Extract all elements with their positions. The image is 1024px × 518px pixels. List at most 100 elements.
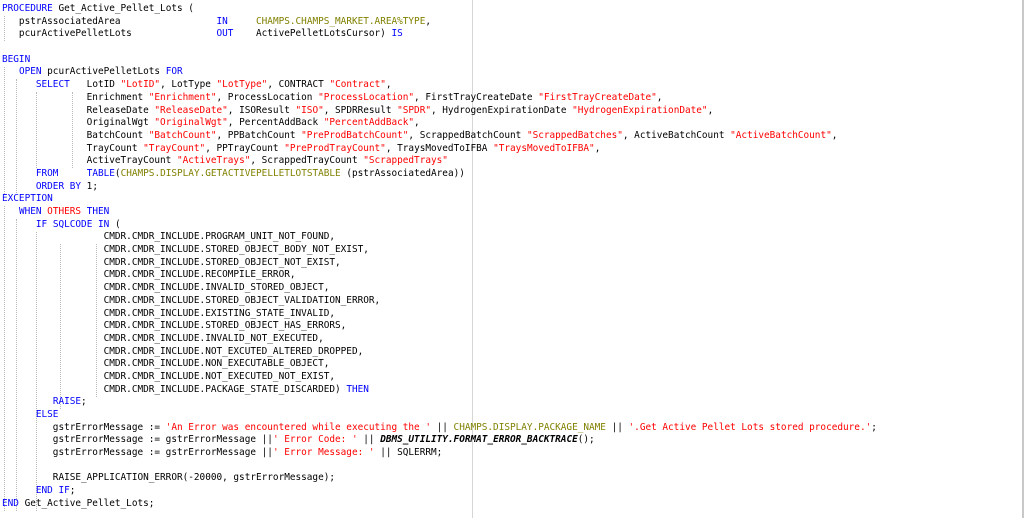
string-token: "BatchCount" — [148, 129, 217, 141]
code-line[interactable]: ReleaseDate "ReleaseDate", ISOResult "IS… — [2, 105, 877, 118]
code-text: CMDR.CMDR_INCLUDE.INVALID_NOT_EXECUTED, — [2, 332, 324, 344]
code-line[interactable]: OPEN pcurActivePelletLots FOR — [2, 66, 877, 79]
keyword-token: FROM — [35, 167, 59, 179]
string-token: "ActiveTrays" — [176, 155, 251, 167]
code-text: 1; — [81, 180, 98, 192]
code-line[interactable]: CMDR.CMDR_INCLUDE.STORED_OBJECT_HAS_ERRO… — [2, 320, 877, 333]
code-text: (); — [577, 434, 595, 446]
code-text: CMDR.CMDR_INCLUDE.NON_EXECUTABLE_OBJECT, — [2, 358, 330, 370]
code-line[interactable]: END Get_Active_Pellet_Lots; — [2, 498, 877, 511]
keyword-token: END — [2, 497, 19, 509]
string-token: "ScrappedBatches" — [526, 129, 623, 141]
code-line[interactable]: IF SQLCODE IN ( — [2, 219, 877, 232]
code-text: BatchCount — [2, 129, 149, 141]
code-line[interactable]: CMDR.CMDR_INCLUDE.NOT_EXCUTED_ALTERED_DR… — [2, 346, 877, 359]
string-token: "HydrogenExpirationDate" — [572, 104, 708, 116]
code-text: , — [707, 104, 714, 116]
code-line[interactable]: Enrichment "Enrichment", ProcessLocation… — [2, 92, 877, 105]
code-text: CMDR.CMDR_INCLUDE.PROGRAM_UNIT_NOT_FOUND… — [2, 231, 336, 243]
code-line[interactable]: TrayCount "TrayCount", PPTrayCount "PreP… — [2, 143, 877, 156]
type-reference-token: CHAMPS.DISPLAY.PACKAGE_NAME — [453, 421, 606, 433]
code-line[interactable]: CMDR.CMDR_INCLUDE.RECOMPILE_ERROR, — [2, 269, 877, 282]
keyword-token: RAISE — [52, 396, 82, 408]
code-text: ; — [871, 421, 877, 433]
code-text: || — [357, 434, 381, 446]
code-text: , ProcessLocation — [216, 91, 319, 103]
code-line[interactable]: ActiveTrayCount "ActiveTrays", ScrappedT… — [2, 155, 877, 168]
code-line[interactable]: CMDR.CMDR_INCLUDE.EXISTING_STATE_INVALID… — [2, 308, 877, 321]
code-line[interactable]: BEGIN — [2, 54, 877, 67]
code-line[interactable]: CMDR.CMDR_INCLUDE.NOT_EXECUTED_NOT_EXIST… — [2, 371, 877, 384]
code-text: CMDR.CMDR_INCLUDE.NOT_EXCUTED_ALTERED_DR… — [2, 345, 364, 357]
code-text: CMDR.CMDR_INCLUDE.STORED_OBJECT_HAS_ERRO… — [2, 320, 347, 332]
code-editor[interactable]: PROCEDURE Get_Active_Pellet_Lots ( pstrA… — [0, 0, 1024, 518]
code-line[interactable]: CMDR.CMDR_INCLUDE.INVALID_NOT_EXECUTED, — [2, 333, 877, 346]
code-text: LotID — [69, 79, 121, 91]
code-line[interactable]: CMDR.CMDR_INCLUDE.STORED_OBJECT_BODY_NOT… — [2, 244, 877, 257]
code-text: , PPTrayCount — [205, 142, 285, 154]
string-token: "ReleaseDate" — [154, 104, 228, 116]
code-line[interactable]: gstrErrorMessage := gstrErrorMessage ||'… — [2, 434, 877, 447]
code-text: , — [831, 129, 838, 141]
string-token: "PercentAddBack" — [323, 117, 415, 129]
code-line[interactable]: CMDR.CMDR_INCLUDE.INVALID_STORED_OBJECT, — [2, 282, 877, 295]
string-token: "LotID" — [120, 79, 161, 91]
code-line[interactable]: EXCEPTION — [2, 193, 877, 206]
code-line[interactable]: CMDR.CMDR_INCLUDE.PACKAGE_STATE_DISCARDE… — [2, 384, 877, 397]
string-token: "ScrappedTrays" — [363, 155, 448, 167]
keyword-token: THEN — [86, 206, 110, 217]
code-line[interactable] — [2, 41, 877, 54]
code-line[interactable]: CMDR.CMDR_INCLUDE.PROGRAM_UNIT_NOT_FOUND… — [2, 231, 877, 244]
code-line[interactable]: CMDR.CMDR_INCLUDE.STORED_OBJECT_VALIDATI… — [2, 295, 877, 308]
code-text: , — [594, 142, 601, 154]
code-text: CMDR.CMDR_INCLUDE.EXISTING_STATE_INVALID… — [2, 307, 336, 319]
code-line[interactable]: RAISE_APPLICATION_ERROR(-20000, gstrErro… — [2, 472, 877, 485]
code-text: , ISOResult — [227, 104, 296, 116]
code-text: , PPBatchCount — [216, 129, 302, 141]
code-line[interactable]: pstrAssociatedArea IN CHAMPS.CHAMPS_MARK… — [2, 16, 877, 29]
keyword-token: END IF — [35, 485, 70, 497]
string-token: OTHERS — [47, 206, 82, 217]
code-text: Get_Active_Pellet_Lots ( — [52, 3, 194, 14]
code-line[interactable]: END IF; — [2, 485, 877, 498]
code-line[interactable]: gstrErrorMessage := gstrErrorMessage ||'… — [2, 447, 877, 460]
code-text: CMDR.CMDR_INCLUDE.PACKAGE_STATE_DISCARDE… — [2, 383, 347, 395]
string-token: "ProcessLocation" — [318, 91, 415, 103]
code-line[interactable]: RAISE; — [2, 396, 877, 409]
string-token: "TraysMovedToIFBA" — [493, 142, 595, 154]
code-line[interactable]: CMDR.CMDR_INCLUDE.STORED_OBJECT_NOT_EXIS… — [2, 257, 877, 270]
keyword-token: IN — [216, 15, 228, 27]
code-text: CMDR.CMDR_INCLUDE.INVALID_STORED_OBJECT, — [2, 282, 330, 294]
code-line[interactable]: gstrErrorMessage := 'An Error was encoun… — [2, 422, 877, 435]
code-line[interactable]: WHEN OTHERS THEN — [2, 206, 877, 219]
code-text: , — [414, 117, 420, 129]
code-line[interactable] — [2, 460, 877, 473]
string-token: "ActiveBatchCount" — [730, 129, 832, 141]
code-line[interactable]: OriginalWgt "OriginalWgt", PercentAddBac… — [2, 117, 877, 130]
code-text: CMDR.CMDR_INCLUDE.RECOMPILE_ERROR, — [2, 269, 296, 281]
string-token: '.Get Active Pellet Lots stored procedur… — [628, 421, 872, 433]
code-line[interactable]: SELECT LotID "LotID", LotType "LotType",… — [2, 79, 877, 92]
code-line[interactable]: ELSE — [2, 409, 877, 422]
string-token: "LotType" — [216, 79, 268, 91]
string-token: "SPDR" — [397, 104, 431, 116]
code-line[interactable]: CMDR.CMDR_INCLUDE.NON_EXECUTABLE_OBJECT, — [2, 358, 877, 371]
keyword-token: WHEN — [18, 206, 42, 217]
keyword-token: IF — [35, 218, 48, 230]
code-area[interactable]: PROCEDURE Get_Active_Pellet_Lots ( pstrA… — [2, 3, 877, 511]
code-line[interactable]: pcurActivePelletLots OUT ActivePelletLot… — [2, 28, 877, 41]
code-line[interactable]: FROM TABLE(CHAMPS.DISPLAY.GETACTIVEPELLE… — [2, 168, 877, 181]
code-line[interactable]: PROCEDURE Get_Active_Pellet_Lots ( — [2, 3, 877, 16]
code-line[interactable]: ORDER BY 1; — [2, 181, 877, 194]
string-token: "PreProdBatchCount" — [301, 129, 409, 141]
string-token: "PreProdTrayCount" — [284, 142, 386, 154]
type-reference-token: CHAMPS.DISPLAY.GETACTIVEPELLETLOTSTABLE — [120, 167, 341, 179]
code-text: CMDR.CMDR_INCLUDE.NOT_EXECUTED_NOT_EXIST… — [2, 370, 336, 382]
code-line[interactable]: BatchCount "BatchCount", PPBatchCount "P… — [2, 130, 877, 143]
